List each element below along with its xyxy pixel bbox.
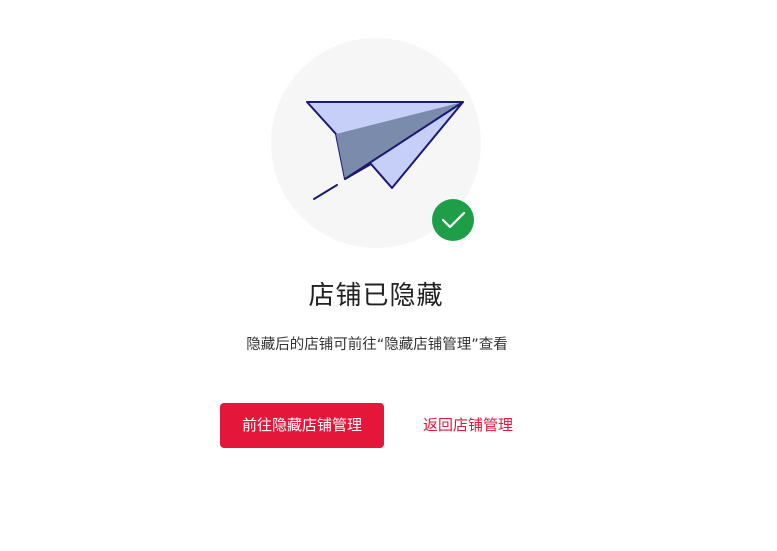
hide-store-success-page: 店铺已隐藏 隐藏后的店铺可前往“隐藏店铺管理”查看 前往隐藏店铺管理 返回店铺管… (0, 0, 777, 551)
back-to-store-management-link[interactable]: 返回店铺管理 (412, 403, 524, 448)
result-description: 隐藏后的店铺可前往“隐藏店铺管理”查看 (246, 337, 508, 353)
paper-plane-icon (271, 38, 481, 248)
paper-plane-illustration (270, 38, 482, 250)
success-check-icon (432, 199, 474, 241)
result-title: 店铺已隐藏 (308, 281, 444, 311)
go-to-hidden-store-management-button[interactable]: 前往隐藏店铺管理 (220, 403, 384, 448)
